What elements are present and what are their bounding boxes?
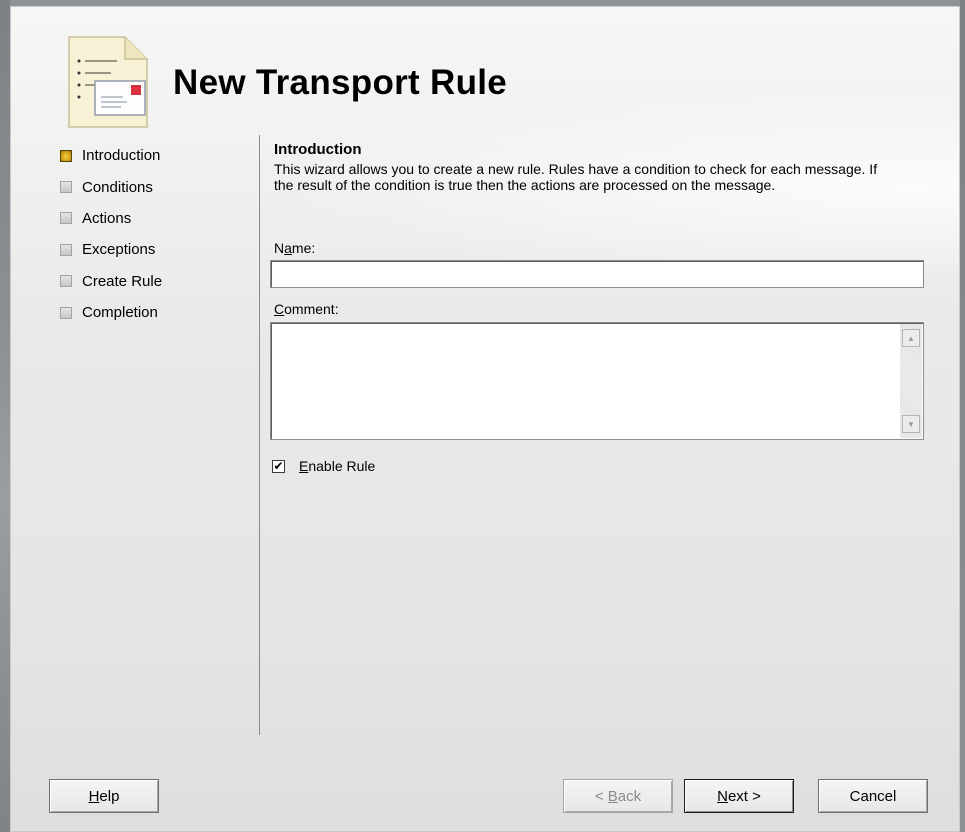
enable-rule-checkbox[interactable]: ✔	[272, 459, 285, 473]
content-panel: Introduction This wizard allows you to c…	[274, 141, 924, 193]
checkmark-icon: ✔	[273, 459, 284, 473]
comment-scrollbar[interactable]: ▲ ▼	[900, 324, 922, 438]
step-label: Create Rule	[82, 272, 163, 290]
pending-step-icon	[60, 306, 72, 319]
name-label: Name:	[274, 240, 316, 256]
pending-step-icon	[60, 181, 72, 194]
scroll-up-icon[interactable]: ▲	[902, 329, 920, 347]
step-create-rule: Create Rule	[60, 266, 162, 297]
enable-rule-label[interactable]: Enable Rule	[299, 458, 375, 474]
page-title: New Transport Rule	[173, 63, 508, 102]
step-exceptions: Exceptions	[60, 234, 162, 265]
transport-rule-document-icon	[68, 36, 148, 128]
vertical-divider	[259, 135, 260, 735]
comment-textarea[interactable]: ▲ ▼	[270, 322, 924, 440]
pending-step-icon	[60, 212, 72, 225]
step-label: Conditions	[82, 178, 153, 196]
wizard-steps: Introduction Conditions Actions Exceptio…	[60, 140, 162, 328]
step-actions: Actions	[60, 203, 162, 234]
step-introduction: Introduction	[60, 140, 162, 171]
intro-description: This wizard allows you to create a new r…	[274, 161, 878, 193]
pending-step-icon	[60, 243, 72, 256]
current-step-icon	[60, 149, 72, 162]
help-button[interactable]: Help	[49, 779, 159, 813]
step-label: Introduction	[82, 147, 161, 165]
enable-rule-row[interactable]: ✔ Enable Rule	[272, 458, 375, 474]
section-heading: Introduction	[274, 141, 362, 158]
scroll-down-icon[interactable]: ▼	[902, 415, 920, 433]
step-label: Actions	[82, 209, 132, 227]
name-input[interactable]	[270, 260, 924, 288]
step-completion: Completion	[60, 297, 162, 328]
step-label: Exceptions	[82, 241, 156, 259]
step-conditions: Conditions	[60, 171, 162, 202]
window-frame-left	[0, 0, 10, 832]
back-button[interactable]: < Back	[563, 779, 673, 813]
cancel-button[interactable]: Cancel	[818, 779, 928, 813]
next-button[interactable]: Next >	[684, 779, 794, 813]
comment-label: Comment:	[274, 301, 339, 317]
step-label: Completion	[82, 304, 158, 322]
window-frame-right	[960, 0, 965, 832]
pending-step-icon	[60, 275, 72, 288]
